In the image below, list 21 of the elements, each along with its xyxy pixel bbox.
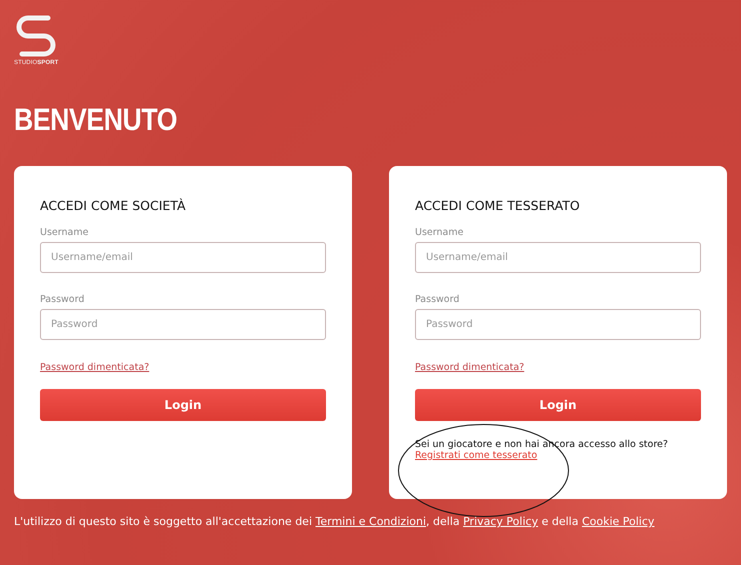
password-field[interactable]: Password [40, 309, 326, 340]
policy-link[interactable]: Termini e Condizioni [316, 515, 426, 528]
field-label: Username [415, 227, 464, 238]
terms-notice: L'utilizzo di questo sito è soggetto all'accettazione dei Termini e Condizioni, della Privacy Policy e della Cookie Policy [14, 515, 654, 528]
field-label: Password [40, 294, 84, 305]
policy-link[interactable]: Cookie Policy [582, 515, 654, 528]
logo-icon [14, 14, 58, 58]
login-button[interactable]: Login [415, 389, 701, 421]
username-field[interactable]: Username/email [40, 242, 326, 273]
field-label: Username [40, 227, 88, 238]
card-heading: ACCEDI COME TESSERATO [415, 198, 580, 213]
forgot-password-link[interactable]: Password dimenticata? [415, 362, 524, 373]
field-label: Password [415, 294, 460, 305]
welcome-title: BENVENUTO [14, 102, 178, 138]
password-field[interactable]: Password [415, 309, 701, 340]
register-link[interactable]: Registrati come tesserato [415, 450, 538, 461]
forgot-password-link[interactable]: Password dimenticata? [40, 362, 150, 373]
username-field[interactable]: Username/email [415, 242, 701, 273]
policy-link[interactable]: Privacy Policy [463, 515, 538, 528]
card-heading: ACCEDI COME SOCIETÀ [40, 198, 186, 213]
login-button[interactable]: Login [40, 389, 326, 421]
